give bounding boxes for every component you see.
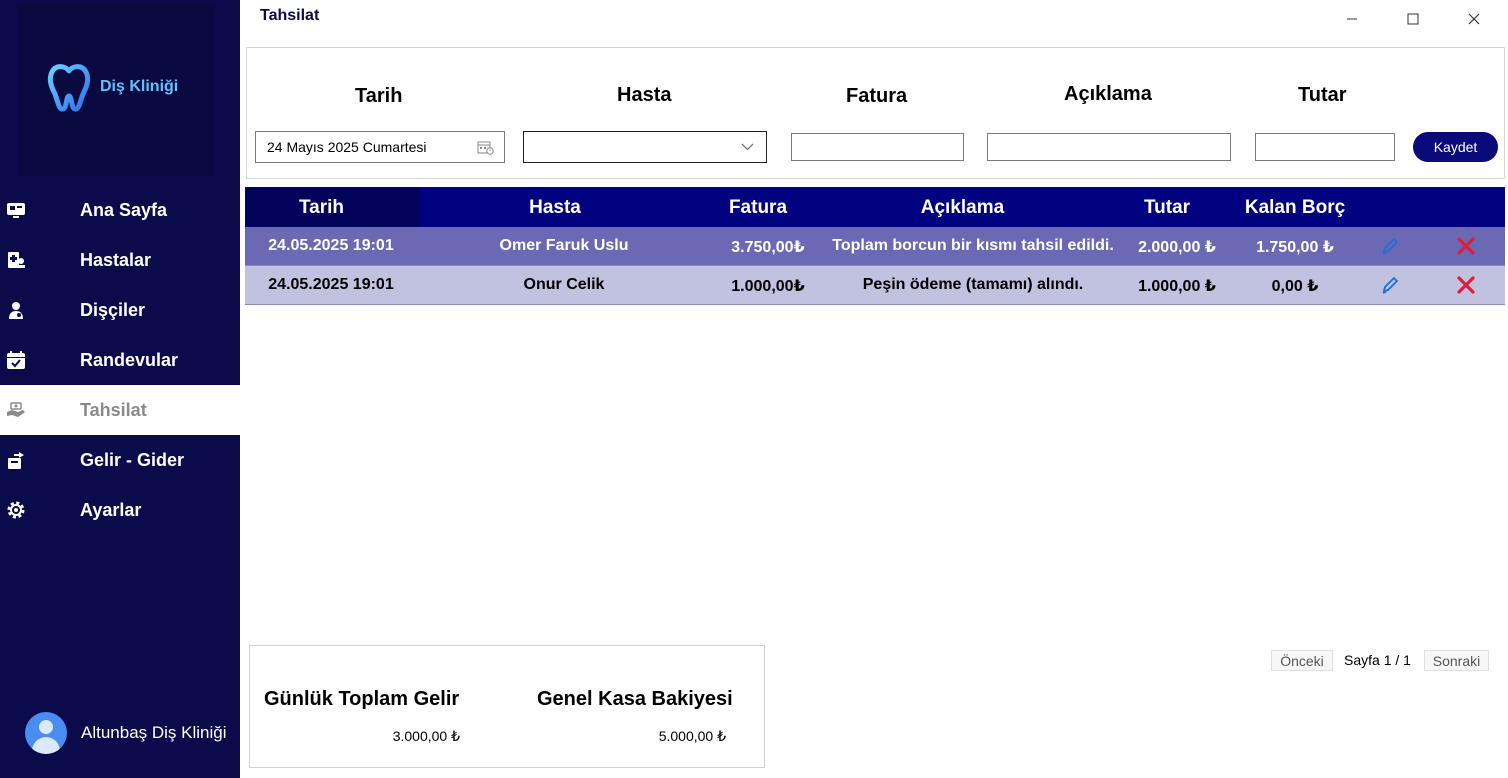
patient-label: Hasta	[617, 84, 672, 106]
cell-amount: 1.000,00 ₺	[1138, 278, 1216, 295]
minimize-icon	[1347, 18, 1357, 20]
maximize-icon	[1407, 13, 1419, 25]
sidebar-nav: Ana Sayfa Hastalar Dişçiler Randevular T…	[0, 185, 240, 535]
settings-icon	[7, 501, 25, 519]
column-header-description[interactable]: Açıklama	[845, 197, 1080, 219]
sidebar-item-tahsilat[interactable]: Tahsilat	[0, 385, 240, 435]
cell-date: 24.05.2025 19:01	[268, 237, 394, 254]
calendar-icon[interactable]	[477, 140, 494, 155]
sidebar-item-disciler[interactable]: Dişçiler	[0, 285, 240, 335]
payments-table: Tarih Hasta Fatura Açıklama Tutar Kalan …	[245, 187, 1505, 305]
maximize-button[interactable]	[1402, 8, 1424, 30]
sidebar-item-ayarlar[interactable]: Ayarlar	[0, 485, 240, 535]
cell-description: Toplam borcun bir kısmı tahsil edildi.	[832, 237, 1114, 254]
column-header-patient[interactable]: Hasta	[465, 197, 645, 219]
cell-patient: Omer Faruk Uslu	[499, 237, 629, 254]
cell-amount: 2.000,00 ₺	[1138, 239, 1216, 256]
user-profile[interactable]: Altunbaş Diş Kliniği	[25, 712, 227, 754]
sidebar-item-label: Tahsilat	[80, 399, 147, 420]
column-header-date[interactable]: Tarih	[245, 197, 398, 219]
logo-text: Diş Kliniği	[100, 78, 179, 95]
column-header-invoice[interactable]: Fatura	[698, 197, 818, 219]
cash-balance-label: Genel Kasa Bakiyesi	[537, 688, 733, 710]
payment-icon	[7, 402, 25, 417]
edit-pencil-icon[interactable]	[1380, 275, 1400, 295]
delete-icon[interactable]	[1457, 276, 1475, 294]
delete-icon[interactable]	[1457, 237, 1475, 255]
save-button[interactable]: Kaydet	[1413, 132, 1498, 162]
date-label: Tarih	[355, 85, 403, 107]
cell-description: Peşin ödeme (tamamı) alındı.	[862, 276, 1084, 293]
column-header-remaining[interactable]: Kalan Borç	[1230, 197, 1360, 219]
dashboard-icon	[7, 203, 25, 218]
cell-remaining: 1.750,00 ₺	[1256, 239, 1334, 256]
page-indicator: Sayfa 1 / 1	[1344, 652, 1411, 668]
sidebar-item-label: Hastalar	[80, 249, 152, 270]
cell-remaining: 0,00 ₺	[1271, 278, 1319, 295]
table-row[interactable]: 24.05.2025 19:01 Omer Faruk Uslu 3.750,0…	[245, 227, 1505, 266]
edit-pencil-icon[interactable]	[1380, 236, 1400, 256]
date-picker[interactable]: 24 Mayıs 2025 Cumartesi	[255, 131, 505, 163]
window-title: Tahsilat	[260, 7, 320, 24]
invoice-label: Fatura	[846, 85, 908, 107]
summary-panel: Günlük Toplam Gelir 3.000,00 ₺ Genel Kas…	[249, 645, 765, 768]
description-input[interactable]	[987, 133, 1231, 161]
description-label: Açıklama	[1064, 83, 1152, 105]
sidebar-item-hastalar[interactable]: Hastalar	[0, 235, 240, 285]
calendar-icon	[7, 351, 25, 369]
patients-icon	[8, 252, 25, 268]
close-button[interactable]	[1463, 8, 1485, 30]
cell-invoice: 3.750,00₺	[731, 239, 805, 256]
tooth-icon	[47, 64, 91, 112]
sidebar-item-label: Gelir - Gider	[80, 449, 185, 470]
dentists-icon	[9, 302, 23, 319]
close-icon	[1468, 13, 1480, 25]
sidebar-item-label: Dişçiler	[80, 299, 146, 320]
minimize-button[interactable]	[1341, 8, 1363, 30]
prev-page-button[interactable]: Önceki	[1271, 650, 1333, 671]
cell-invoice: 1.000,00₺	[731, 278, 805, 295]
sidebar-item-randevular[interactable]: Randevular	[0, 335, 240, 385]
cell-patient: Onur Celik	[523, 276, 605, 293]
sidebar-item-label: Ayarlar	[80, 499, 142, 520]
clinic-logo: Diş Kliniği	[42, 60, 178, 114]
sidebar-item-ana-sayfa[interactable]: Ana Sayfa	[0, 185, 240, 235]
user-name: Altunbaş Diş Kliniği	[81, 723, 227, 742]
amount-label: Tutar	[1298, 84, 1347, 106]
income-expense-icon	[8, 452, 24, 469]
table-row[interactable]: 24.05.2025 19:01 Onur Celik 1.000,00₺ Pe…	[245, 266, 1505, 305]
daily-income-value: 3.000,00 ₺	[392, 728, 460, 744]
cash-balance-value: 5.000,00 ₺	[658, 728, 726, 744]
avatar	[25, 712, 67, 754]
chevron-down-icon	[741, 143, 754, 151]
next-page-button[interactable]: Sonraki	[1424, 650, 1489, 671]
daily-income-label: Günlük Toplam Gelir	[264, 688, 460, 710]
column-header-amount[interactable]: Tutar	[1117, 197, 1217, 219]
sidebar-item-label: Randevular	[80, 349, 179, 370]
invoice-input[interactable]	[791, 133, 964, 161]
amount-input[interactable]	[1255, 133, 1395, 161]
patient-select[interactable]	[523, 131, 767, 163]
cell-date: 24.05.2025 19:01	[268, 276, 394, 293]
table-header: Tarih Hasta Fatura Açıklama Tutar Kalan …	[245, 187, 1505, 227]
sidebar-item-label: Ana Sayfa	[80, 199, 168, 220]
date-picker-value: 24 Mayıs 2025 Cumartesi	[267, 139, 427, 155]
sidebar-item-gelir-gider[interactable]: Gelir - Gider	[0, 435, 240, 485]
sidebar: Diş Kliniği Ana Sayfa Hastalar Dişçiler …	[0, 0, 240, 778]
